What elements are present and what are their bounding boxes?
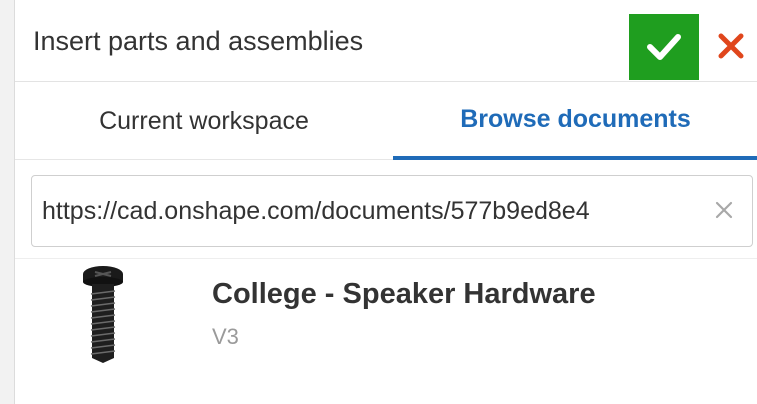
document-version: V3 bbox=[212, 324, 239, 349]
accept-button[interactable] bbox=[629, 14, 699, 80]
document-name: College - Speaker Hardware bbox=[212, 278, 596, 310]
insert-dialog: Insert parts and assemblies Current work… bbox=[14, 0, 757, 404]
list-item[interactable]: College - Speaker Hardware V3 bbox=[15, 260, 757, 370]
close-icon bbox=[718, 33, 744, 59]
checkmark-icon bbox=[647, 34, 681, 60]
tab-browse-documents[interactable]: Browse documents bbox=[393, 82, 757, 160]
results-divider bbox=[15, 258, 757, 259]
tab-current-workspace[interactable]: Current workspace bbox=[15, 82, 393, 160]
search-box bbox=[31, 175, 753, 247]
cancel-button[interactable] bbox=[711, 20, 751, 72]
document-url-input[interactable] bbox=[42, 176, 702, 246]
clear-icon[interactable] bbox=[712, 198, 736, 222]
tab-bar: Current workspace Browse documents bbox=[15, 82, 757, 160]
screw-icon bbox=[83, 266, 123, 363]
dialog-header: Insert parts and assemblies bbox=[15, 0, 757, 82]
dialog-title: Insert parts and assemblies bbox=[33, 26, 364, 56]
